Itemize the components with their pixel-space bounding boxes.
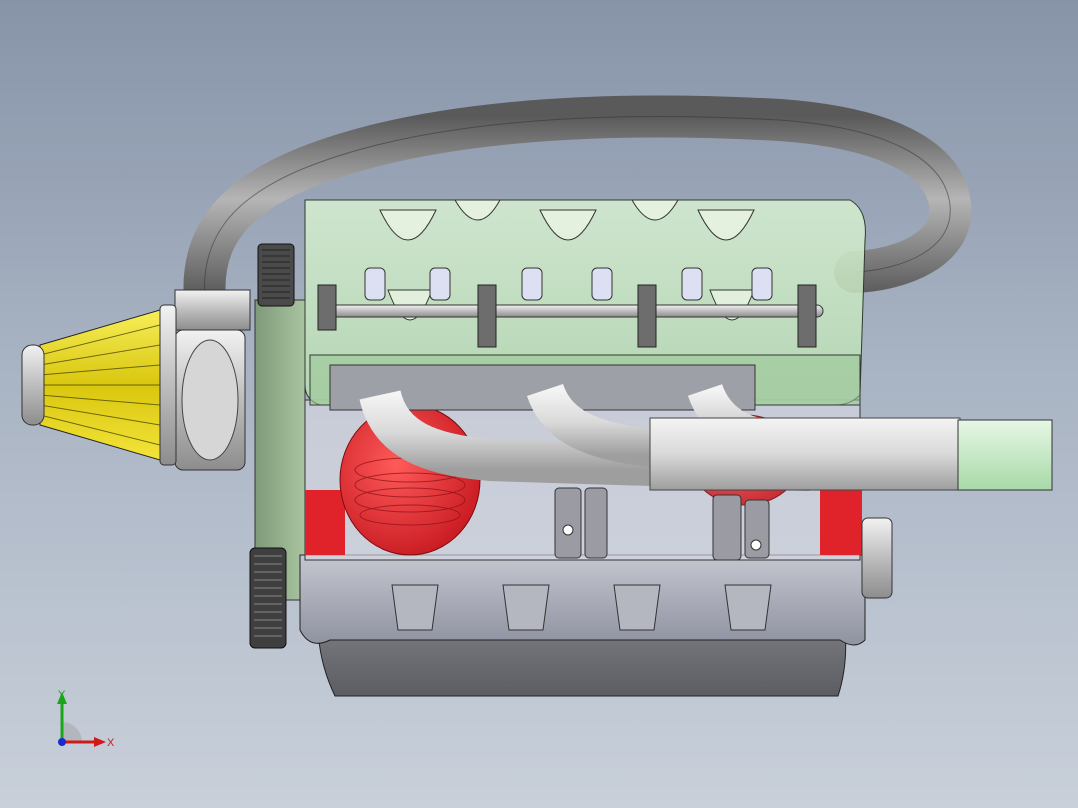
engine-block [299, 554, 866, 646]
crank-shaft-stub [861, 517, 893, 599]
engine-model[interactable] [0, 0, 1078, 808]
filter-end-cap [21, 344, 45, 426]
cad-viewport[interactable]: Y X [0, 0, 1078, 808]
red-housing-right [820, 490, 862, 555]
intake-elbow [174, 289, 251, 331]
axis-y-label: Y [58, 689, 66, 701]
lower-pulley [249, 547, 287, 649]
rocker-shaft [317, 304, 824, 318]
exhaust-collector [649, 417, 961, 491]
axis-x-label: X [107, 737, 115, 749]
red-housing-left [305, 490, 345, 555]
axis-z-origin-icon [62, 722, 82, 742]
exhaust-tip [957, 419, 1053, 491]
coordinate-triad: Y X [50, 686, 120, 756]
filter-clamp [159, 304, 177, 466]
upper-pulley [257, 243, 295, 307]
